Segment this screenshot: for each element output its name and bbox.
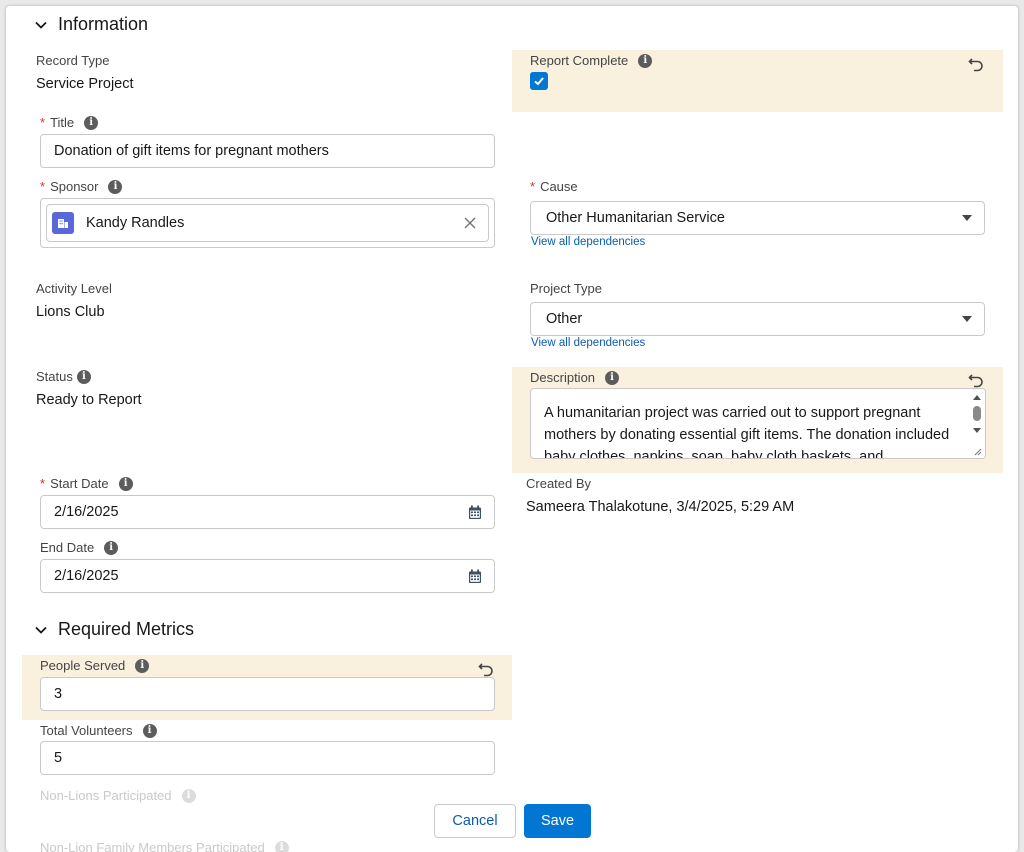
total-volunteers-label: Total Volunteers i bbox=[40, 723, 157, 738]
status-value: Ready to Report bbox=[36, 392, 142, 408]
info-icon[interactable]: i bbox=[104, 540, 119, 555]
project-type-dependencies-link[interactable]: View all dependencies bbox=[531, 337, 645, 349]
description-label: Description i bbox=[530, 370, 620, 385]
activity-level-label: Activity Level bbox=[36, 281, 112, 296]
clear-icon[interactable] bbox=[464, 217, 476, 229]
description-textarea[interactable]: A humanitarian project was carried out t… bbox=[530, 388, 986, 459]
record-type-label: Record Type bbox=[36, 53, 110, 68]
required-marker: * bbox=[530, 179, 536, 194]
people-served-label: People Served i bbox=[40, 658, 150, 673]
info-icon: i bbox=[274, 840, 289, 852]
info-icon[interactable]: i bbox=[638, 53, 653, 68]
account-icon bbox=[52, 212, 74, 234]
start-date-label: * Start Date i bbox=[40, 476, 133, 491]
calendar-icon[interactable] bbox=[468, 505, 482, 520]
cancel-button[interactable]: Cancel bbox=[434, 804, 516, 838]
report-complete-checkbox[interactable] bbox=[530, 72, 548, 90]
title-input[interactable]: Donation of gift items for pregnant moth… bbox=[40, 134, 495, 168]
report-complete-label: Report Complete i bbox=[530, 53, 653, 68]
save-button[interactable]: Save bbox=[524, 804, 591, 838]
sponsor-lookup: Kandy Randles bbox=[40, 198, 495, 248]
end-date-input[interactable]: 2/16/2025 bbox=[40, 559, 495, 593]
info-icon[interactable]: i bbox=[118, 476, 133, 491]
undo-icon[interactable] bbox=[968, 372, 984, 388]
project-type-label: Project Type bbox=[530, 281, 603, 296]
activity-level-value: Lions Club bbox=[36, 304, 105, 320]
people-served-input[interactable]: 3 bbox=[40, 677, 495, 711]
record-type-value: Service Project bbox=[36, 76, 134, 92]
chevron-down-icon bbox=[962, 316, 972, 322]
project-type-select[interactable]: Other bbox=[530, 302, 985, 336]
non-lion-family-label: Non-Lion Family Members Participated i bbox=[40, 840, 289, 852]
info-icon[interactable]: i bbox=[108, 179, 123, 194]
calendar-icon[interactable] bbox=[468, 569, 482, 584]
info-icon: i bbox=[181, 788, 196, 803]
non-lions-participated-label: Non-Lions Participated i bbox=[40, 788, 196, 803]
section-title: Information bbox=[58, 14, 149, 34]
undo-icon[interactable] bbox=[478, 661, 494, 677]
info-icon[interactable]: i bbox=[605, 370, 620, 385]
required-marker: * bbox=[40, 476, 46, 491]
chevron-down-icon bbox=[962, 215, 972, 221]
end-date-label: End Date i bbox=[40, 540, 119, 555]
checkmark-icon bbox=[534, 77, 544, 86]
description-highlight: Description i A humanitarian project was… bbox=[512, 367, 1003, 473]
resize-handle-icon[interactable] bbox=[973, 447, 982, 456]
required-marker: * bbox=[40, 179, 46, 194]
scroll-up-icon[interactable] bbox=[972, 393, 982, 401]
required-marker: * bbox=[40, 115, 46, 130]
chevron-down-icon bbox=[35, 21, 47, 29]
section-title: Required Metrics bbox=[58, 619, 195, 639]
info-icon[interactable]: i bbox=[142, 723, 157, 738]
sponsor-label: * Sponsor i bbox=[40, 179, 123, 194]
textarea-scrollbar[interactable] bbox=[969, 389, 985, 458]
description-value: A humanitarian project was carried out t… bbox=[544, 405, 950, 459]
cause-dependencies-link[interactable]: View all dependencies bbox=[531, 236, 645, 248]
people-served-highlight: People Served i 3 bbox=[22, 655, 512, 720]
cause-label: * Cause bbox=[530, 179, 578, 194]
total-volunteers-input[interactable]: 5 bbox=[40, 741, 495, 775]
scroll-thumb[interactable] bbox=[973, 406, 981, 421]
section-header-required-metrics[interactable]: Required Metrics bbox=[34, 619, 194, 640]
created-by-label: Created By bbox=[526, 476, 592, 491]
chevron-down-icon bbox=[35, 626, 47, 634]
info-icon[interactable]: i bbox=[135, 658, 150, 673]
cause-select[interactable]: Other Humanitarian Service bbox=[530, 201, 985, 235]
section-header-information[interactable]: Information bbox=[34, 14, 148, 35]
start-date-input[interactable]: 2/16/2025 bbox=[40, 495, 495, 529]
scroll-down-icon[interactable] bbox=[972, 427, 982, 435]
created-by-value: Sameera Thalakotune, 3/4/2025, 5:29 AM bbox=[526, 499, 795, 515]
status-label: Status i bbox=[36, 369, 91, 384]
undo-icon[interactable] bbox=[968, 56, 984, 72]
info-icon[interactable]: i bbox=[76, 369, 91, 384]
sponsor-value: Kandy Randles bbox=[86, 215, 185, 231]
info-icon[interactable]: i bbox=[84, 115, 99, 130]
record-edit-panel: Information Record Type Service Project … bbox=[6, 6, 1018, 852]
report-complete-highlight: Report Complete i bbox=[512, 50, 1003, 112]
title-label: * Title i bbox=[40, 115, 99, 130]
sponsor-pill[interactable]: Kandy Randles bbox=[46, 204, 489, 242]
